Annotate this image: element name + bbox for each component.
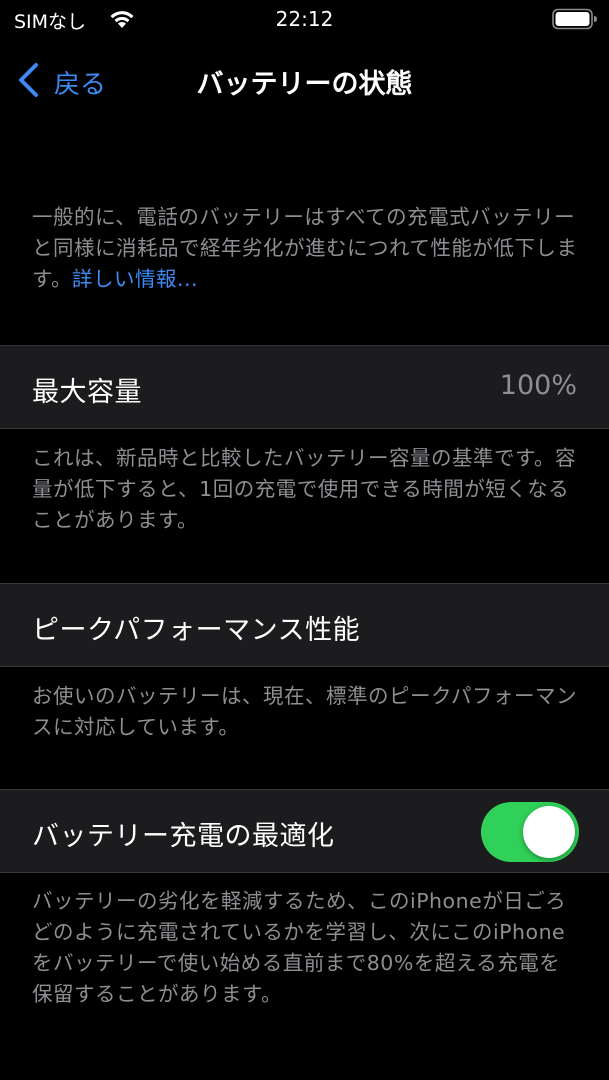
navigation-bar: 戻る バッテリーの状態 — [0, 44, 609, 114]
battery-full-icon — [552, 8, 597, 30]
optimized-charging-label: バッテリー充電の最適化 — [32, 821, 335, 852]
max-capacity-value: 100% — [499, 370, 577, 401]
toggle-knob — [523, 806, 575, 858]
max-capacity-row: 最大容量 100% — [0, 345, 609, 429]
optimized-charging-row: バッテリー充電の最適化 — [0, 789, 609, 873]
peak-performance-label: ピークパフォーマンス性能 — [32, 615, 361, 646]
intro-description: 一般的に、電話のバッテリーはすべての充電式バッテリーと同様に消耗品で経年劣化が進… — [32, 202, 580, 295]
status-bar: SIMなし 22:12 — [0, 0, 609, 40]
status-time: 22:12 — [275, 7, 334, 31]
page-title: バッテリーの状態 — [196, 69, 413, 100]
peak-performance-note: お使いのバッテリーは、現在、標準のピークパフォーマンスに対応しています。 — [32, 684, 577, 739]
max-capacity-note: これは、新品時と比較したバッテリー容量の基準です。容量が低下すると、1回の充電で… — [32, 446, 576, 532]
optimized-charging-note: バッテリーの劣化を軽減するため、このiPhoneが日ごろどのように充電されている… — [32, 889, 567, 1006]
learn-more-link[interactable]: 詳しい情報... — [72, 267, 198, 291]
optimized-charging-toggle[interactable] — [481, 802, 579, 862]
max-capacity-label: 最大容量 — [32, 377, 142, 408]
peak-performance-row: ピークパフォーマンス性能 — [0, 583, 609, 667]
